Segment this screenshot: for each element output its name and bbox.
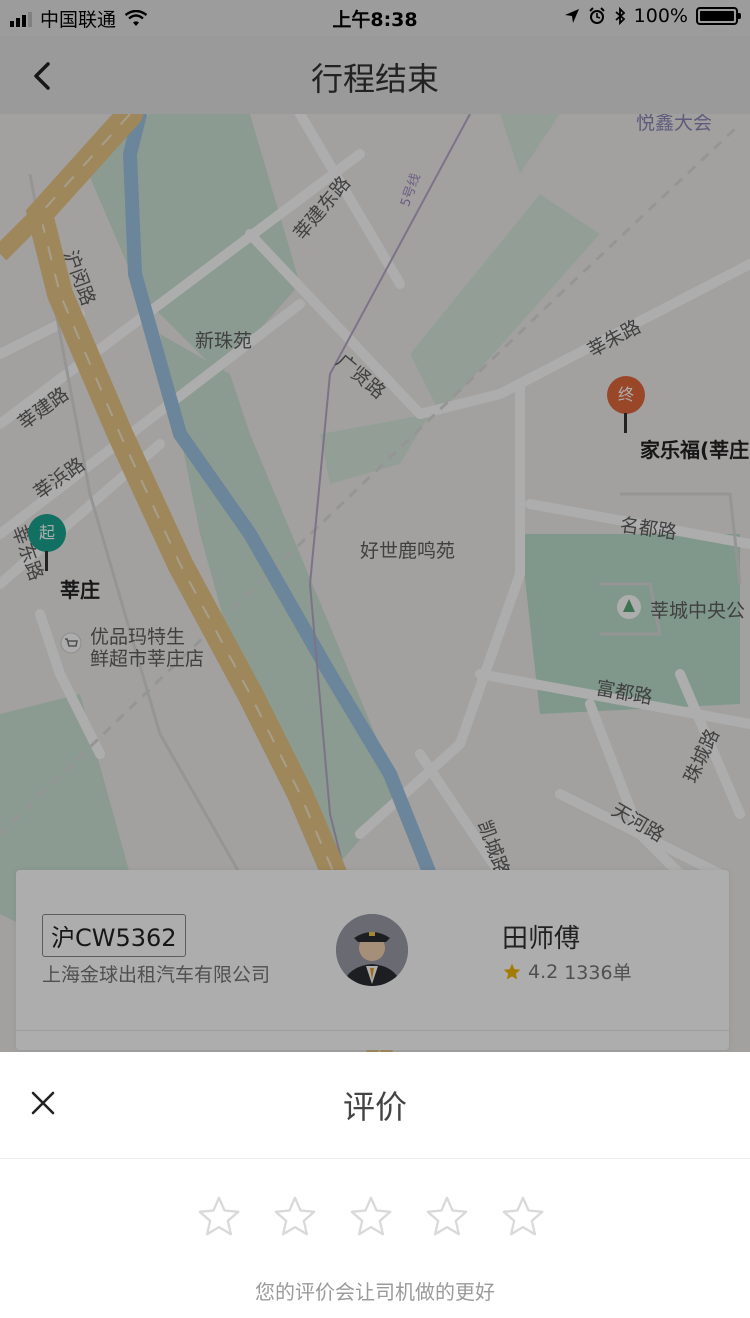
rating-star-2[interactable] (272, 1194, 318, 1240)
rating-hint: 您的评价会让司机做的更好 (255, 1280, 495, 1304)
rating-sheet: 评价 您的评价会让司机做的更好 (0, 1052, 750, 1318)
rating-star-5[interactable] (500, 1194, 546, 1240)
star-rating (196, 1194, 546, 1240)
rating-star-3[interactable] (348, 1194, 394, 1240)
rating-title: 评价 (342, 1088, 407, 1126)
sheet-divider (0, 1158, 750, 1159)
modal-backdrop[interactable] (0, 0, 750, 1052)
rating-star-1[interactable] (196, 1194, 242, 1240)
rating-star-4[interactable] (424, 1194, 470, 1240)
